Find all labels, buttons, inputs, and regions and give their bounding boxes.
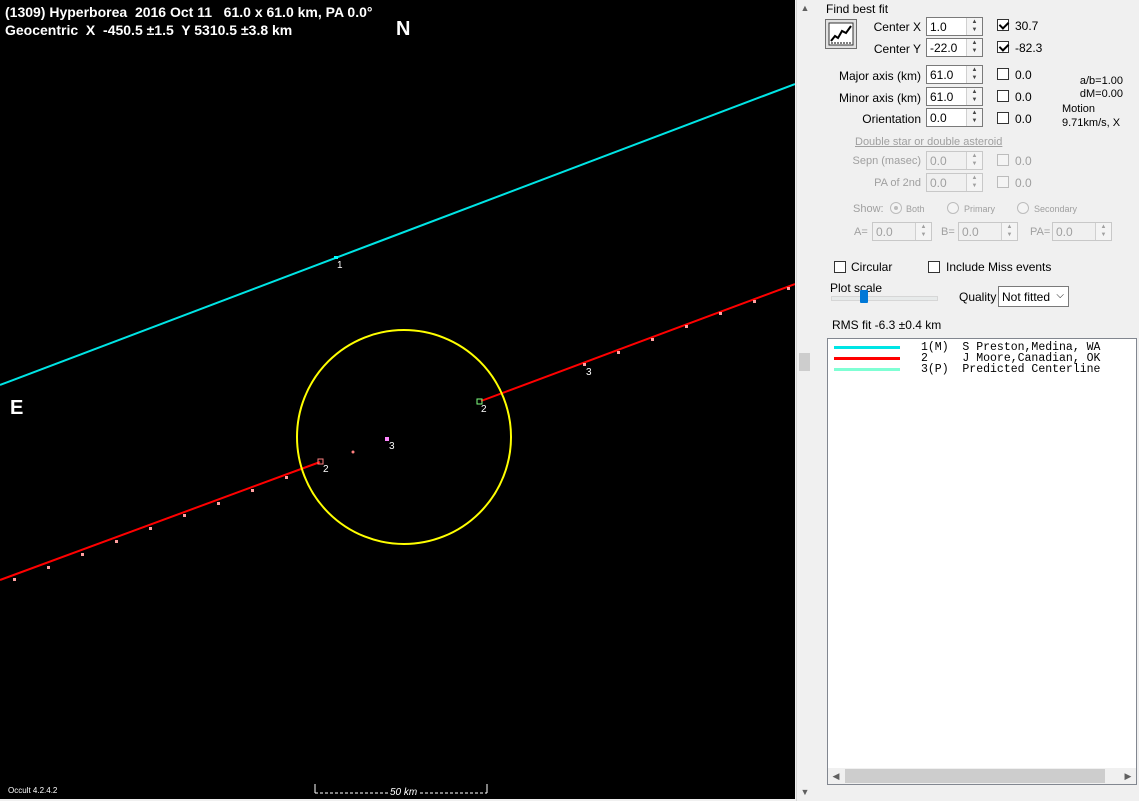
chord-2-line-left	[0, 461, 321, 581]
pa2-label: PA of 2nd	[874, 177, 921, 189]
b-label: B=	[941, 226, 955, 238]
legend-horizontal-scrollbar[interactable]: ◀ ▶	[828, 768, 1136, 784]
chord-1-marker	[334, 256, 338, 259]
chord-label-1: 1	[337, 260, 343, 271]
pa2-fit-value: 0.0	[1015, 176, 1032, 190]
plot-vertical-scrollbar[interactable]: ▲ ▼	[796, 0, 813, 801]
sepn-label: Sepn (masec)	[852, 155, 921, 167]
chord-label-3b: 3	[586, 367, 592, 378]
plot-geocentric: Geocentric X -450.5 ±1.5 Y 5310.5 ±3.8 k…	[5, 22, 293, 38]
ab-ratio: a/b=1.00	[1079, 75, 1123, 87]
motion-label: Motion	[1062, 103, 1096, 115]
scroll-up-icon[interactable]: ▲	[797, 0, 813, 16]
center-y-checkbox[interactable]	[997, 41, 1009, 53]
occultation-plot[interactable]: (1309) Hyperborea 2016 Oct 11 61.0 x 61.…	[0, 0, 795, 799]
quality-label: Quality	[959, 290, 997, 304]
center-x-checkbox[interactable]	[997, 19, 1009, 31]
a-input[interactable]: 0.0 ▲ ▼	[872, 222, 932, 241]
find-best-fit-button[interactable]	[825, 19, 857, 49]
dm-value: dM=0.00	[1079, 88, 1123, 100]
sepn-checkbox[interactable]	[997, 154, 1009, 166]
center-y-input[interactable]: -22.0 ▲ ▼	[926, 38, 983, 57]
minor-axis-label: Minor axis (km)	[838, 91, 921, 105]
asteroid-profile-outline	[296, 329, 512, 545]
legend-line-2	[834, 357, 900, 360]
plot-title: (1309) Hyperborea 2016 Oct 11 61.0 x 61.…	[5, 4, 373, 20]
minor-axis-stepper[interactable]: ▲ ▼	[966, 88, 982, 105]
show-secondary-label: Secondary	[1034, 204, 1078, 214]
rms-fit-label: RMS fit -6.3 ±0.4 km	[832, 318, 942, 332]
legend-line-1	[834, 346, 900, 349]
motion-value: 9.71km/s, X	[1062, 117, 1121, 129]
show-both-label: Both	[906, 204, 925, 214]
scroll-left-icon[interactable]: ◀	[828, 768, 844, 784]
plot-canvas	[0, 83, 795, 794]
major-axis-checkbox[interactable]	[997, 68, 1009, 80]
scroll-right-icon[interactable]: ▶	[1120, 768, 1136, 784]
fit-panel: Find best fit Center X 1.0 ▲ ▼ 30.7 Center…	[813, 0, 1139, 801]
center-x-label: Center X	[873, 20, 921, 34]
center-x-fit-value: 30.7	[1015, 19, 1039, 33]
show-label: Show:	[853, 203, 884, 215]
chevron-down-icon: ⌵	[1056, 290, 1064, 301]
major-axis-input[interactable]: 61.0 ▲ ▼	[926, 65, 983, 84]
chord-label-2a: 2	[323, 464, 329, 475]
include-miss-checkbox[interactable]	[928, 261, 940, 273]
version-label: Occult 4.2.4.2	[8, 786, 58, 795]
scroll-thumb[interactable]	[799, 353, 810, 371]
scroll-down-icon[interactable]: ▼	[797, 784, 813, 800]
minor-axis-fit-value: 0.0	[1015, 90, 1032, 104]
center-y-stepper[interactable]: ▲ ▼	[966, 39, 982, 56]
center-dot	[351, 450, 355, 454]
pa-input[interactable]: 0.0 ▲ ▼	[1052, 222, 1112, 241]
chord-2-line-right	[480, 283, 795, 402]
chord-1-line	[0, 83, 795, 386]
show-primary-radio[interactable]	[947, 202, 959, 214]
center-y-fit-value: -82.3	[1015, 41, 1043, 55]
minor-axis-checkbox[interactable]	[997, 90, 1009, 102]
north-label: N	[396, 18, 411, 40]
plot-scale-label: Plot scale	[830, 281, 883, 295]
legend-row-3[interactable]: 3(P) Predicted Centerline	[828, 363, 1136, 376]
b-input[interactable]: 0.0 ▲ ▼	[958, 222, 1018, 241]
show-both-radio[interactable]	[890, 202, 902, 214]
center-x-stepper[interactable]: ▲ ▼	[966, 18, 982, 35]
orientation-fit-value: 0.0	[1015, 112, 1032, 126]
quality-select[interactable]: Not fitted ⌵	[998, 286, 1069, 307]
find-best-fit-label: Find best fit	[826, 2, 889, 16]
a-label: A=	[854, 226, 868, 238]
major-axis-label: Major axis (km)	[838, 69, 921, 83]
pa2-input[interactable]: 0.0 ▲ ▼	[926, 173, 983, 192]
minor-axis-input[interactable]: 61.0 ▲ ▼	[926, 87, 983, 106]
plot-scale-slider-thumb[interactable]	[860, 290, 868, 303]
legend-scroll-thumb[interactable]	[845, 769, 1105, 783]
major-axis-fit-value: 0.0	[1015, 68, 1032, 82]
chord-label-3a: 3	[389, 441, 395, 452]
show-secondary-radio[interactable]	[1017, 202, 1029, 214]
plot-scale-slider-track[interactable]	[831, 296, 938, 301]
chord-label-2b: 2	[481, 404, 487, 415]
east-label: E	[10, 397, 24, 419]
circular-checkbox[interactable]	[834, 261, 846, 273]
include-miss-label: Include Miss events	[946, 260, 1052, 274]
orientation-input[interactable]: 0.0 ▲ ▼	[926, 108, 983, 127]
orientation-stepper[interactable]: ▲ ▼	[966, 109, 982, 126]
major-axis-stepper[interactable]: ▲ ▼	[966, 66, 982, 83]
pa-label: PA=	[1030, 226, 1051, 238]
orientation-checkbox[interactable]	[997, 112, 1009, 124]
observer-legend-list[interactable]: 1(M) S Preston,Medina, WA 2 J Moore,Cana…	[827, 338, 1137, 785]
orientation-label: Orientation	[862, 112, 921, 126]
pa2-checkbox[interactable]	[997, 176, 1009, 188]
show-primary-label: Primary	[964, 204, 995, 214]
double-star-header: Double star or double asteroid	[855, 136, 1003, 148]
circular-label: Circular	[851, 260, 893, 274]
sepn-input[interactable]: 0.0 ▲ ▼	[926, 151, 983, 170]
scale-label: 50 km	[388, 787, 420, 798]
legend-line-3	[834, 368, 900, 371]
center-y-label: Center Y	[873, 42, 921, 56]
center-x-input[interactable]: 1.0 ▲ ▼	[926, 17, 983, 36]
chord-2-ticks	[13, 287, 790, 581]
chart-icon	[828, 22, 854, 46]
sepn-fit-value: 0.0	[1015, 154, 1032, 168]
